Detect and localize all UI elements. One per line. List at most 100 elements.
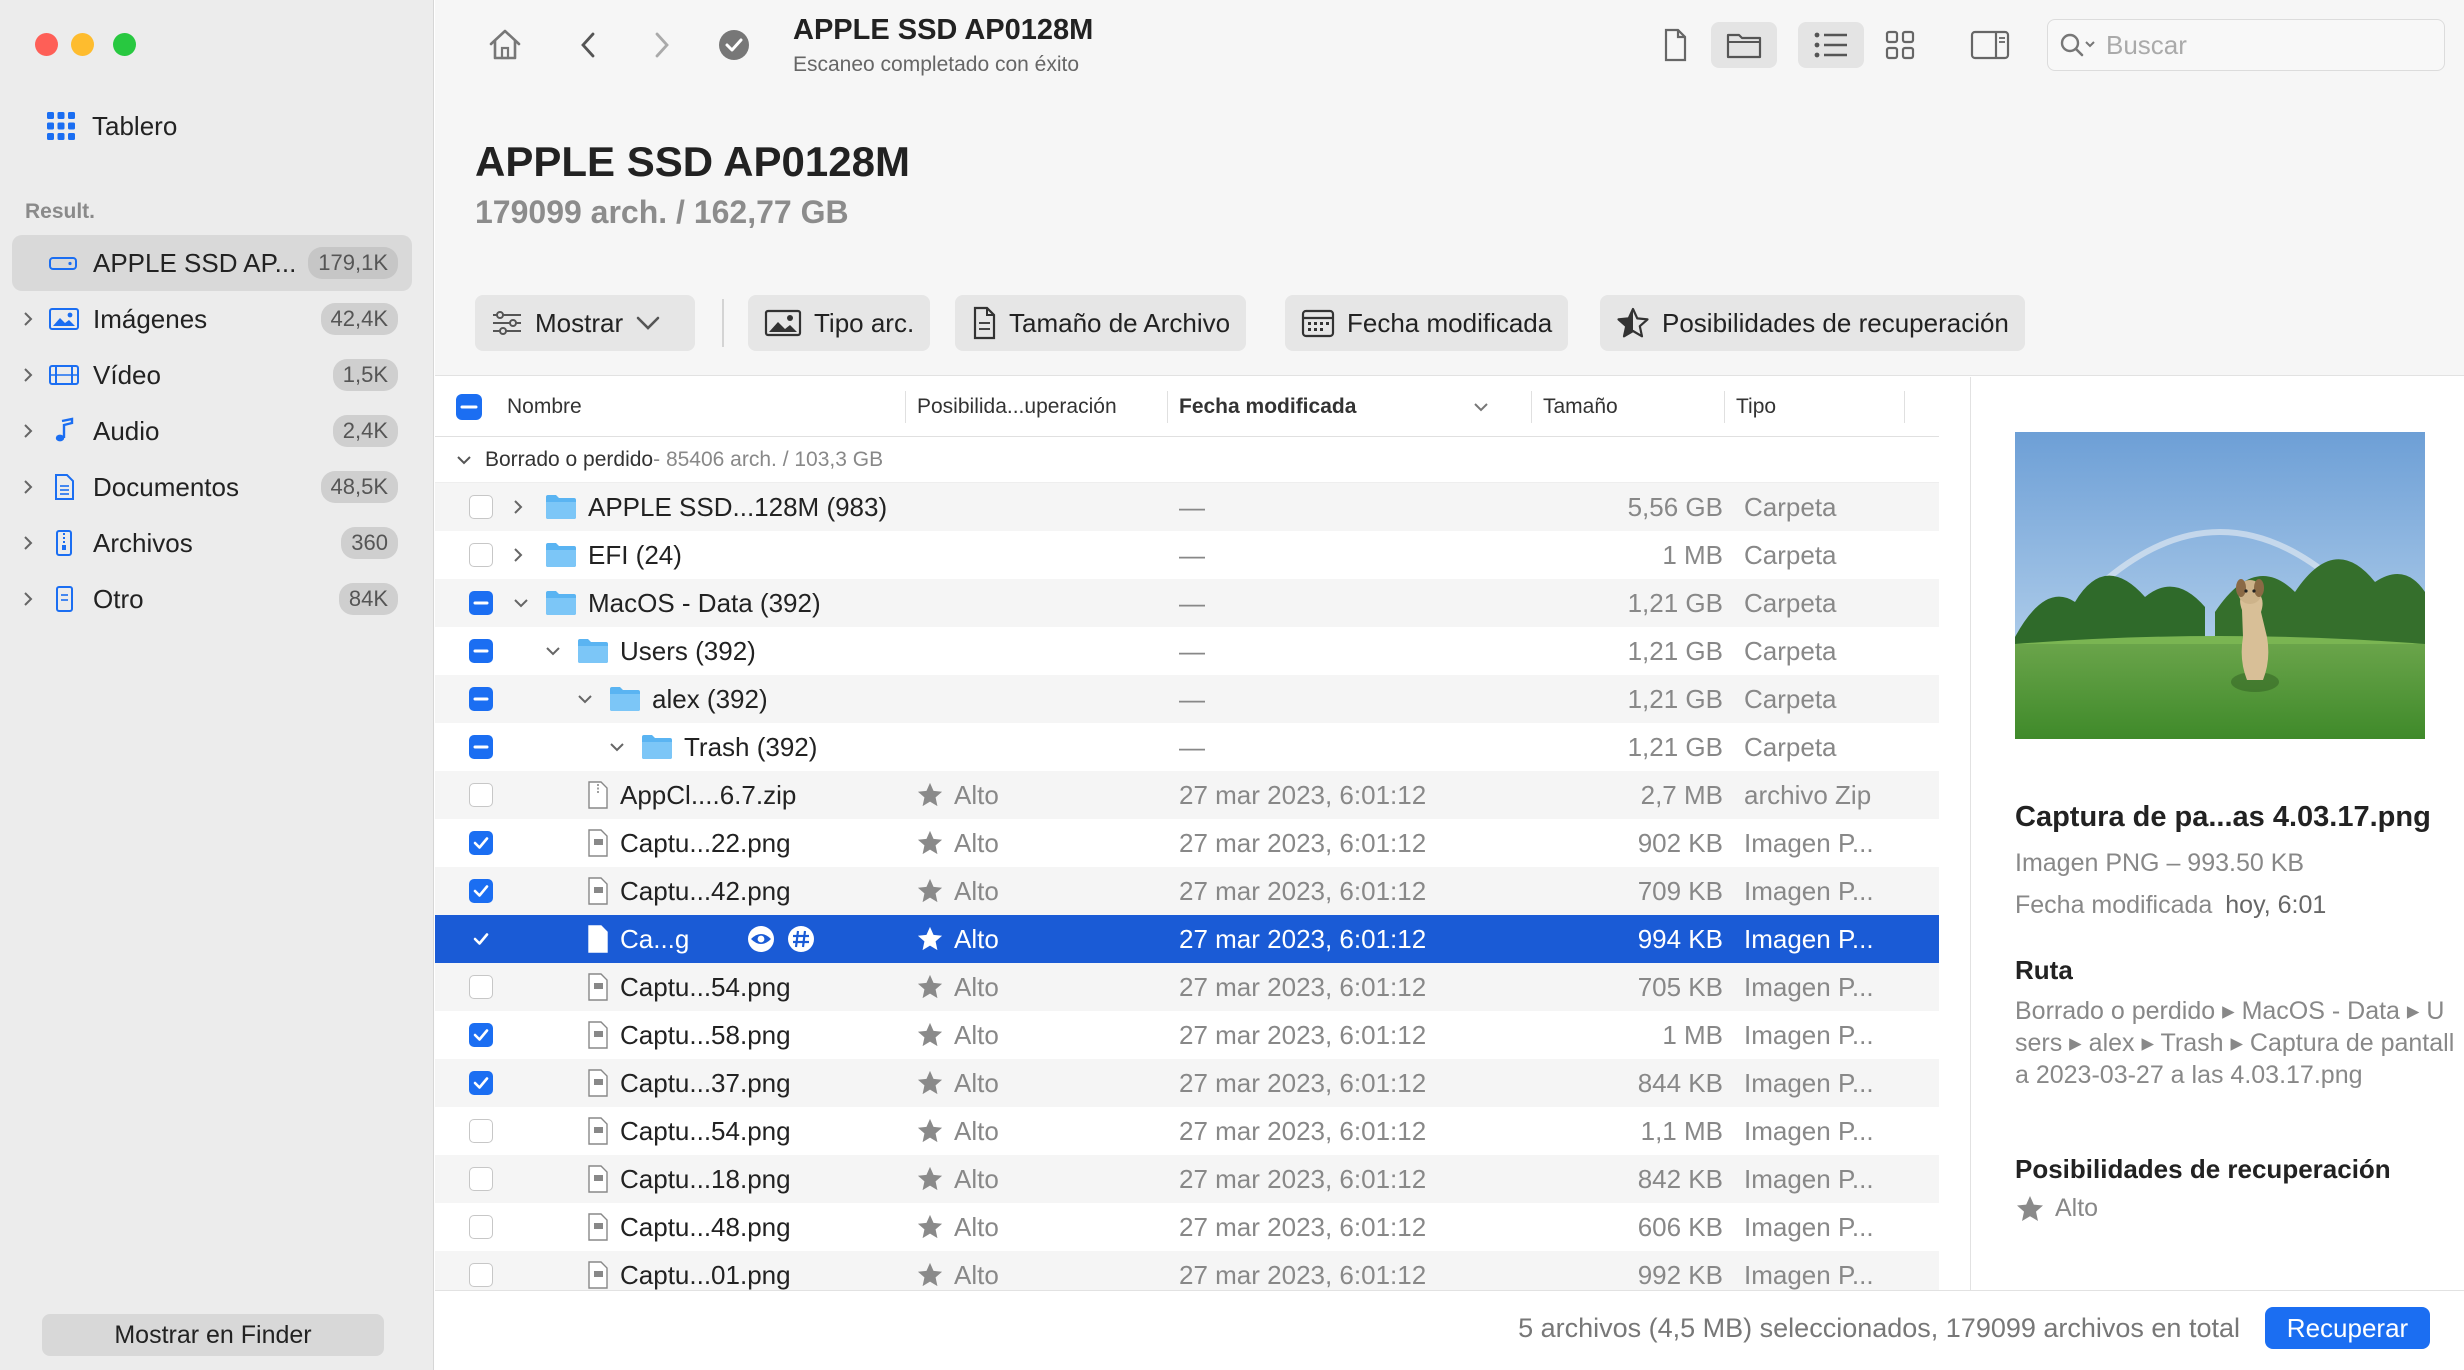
chevron-down-icon[interactable] <box>511 579 531 627</box>
sidebar-item-archives[interactable]: Archivos 360 <box>12 515 412 571</box>
chevron-down-icon <box>455 453 473 467</box>
sidebar-item-images[interactable]: Imágenes 42,4K <box>12 291 412 347</box>
chevron-right-icon[interactable] <box>22 422 36 440</box>
table-row[interactable]: Captu...22.png Alto 27 mar 2023, 6:01:12 90… <box>435 819 1939 867</box>
minimize-window-button[interactable] <box>71 33 94 56</box>
hash-icon[interactable] <box>786 915 816 963</box>
table-row[interactable]: Captu...48.png Alto 27 mar 2023, 6:01:12 60… <box>435 1203 1939 1251</box>
row-type: Imagen P... <box>1744 875 1874 906</box>
folder-icon <box>545 483 577 531</box>
toggle-preview-button[interactable] <box>1964 22 2016 68</box>
column-header-recovery[interactable]: Posibilida...uperación <box>905 377 1167 437</box>
recover-button[interactable]: Recuperar <box>2265 1307 2430 1349</box>
column-header-size[interactable]: Tamaño <box>1531 377 1721 437</box>
table-row[interactable]: Captu...54.png Alto 27 mar 2023, 6:01:12 1,… <box>435 1107 1939 1155</box>
row-checkbox[interactable] <box>469 543 493 567</box>
table-row[interactable]: MacOS - Data (392) — 1,21 GB Carpeta <box>435 579 1939 627</box>
chevron-down-icon[interactable] <box>607 723 627 771</box>
row-checkbox[interactable] <box>469 1215 493 1239</box>
zoom-window-button[interactable] <box>113 33 136 56</box>
chevron-right-icon[interactable] <box>511 483 525 531</box>
column-header-type[interactable]: Tipo <box>1724 377 1904 437</box>
filter-file-type[interactable]: Tipo arc. <box>748 295 931 351</box>
sidebar-item-video[interactable]: Vídeo 1,5K <box>12 347 412 403</box>
back-button[interactable] <box>569 22 609 68</box>
row-checkbox[interactable] <box>469 687 493 711</box>
table-row[interactable]: Captu...54.png Alto 27 mar 2023, 6:01:12 70… <box>435 963 1939 1011</box>
table-row[interactable]: Users (392) — 1,21 GB Carpeta <box>435 627 1939 675</box>
document-icon <box>971 306 997 340</box>
file-view-button[interactable] <box>1652 22 1698 68</box>
table-row[interactable]: Captu...58.png Alto 27 mar 2023, 6:01:12 1 … <box>435 1011 1939 1059</box>
chevron-right-icon[interactable] <box>511 531 525 579</box>
row-checkbox[interactable] <box>469 1263 493 1287</box>
list-view-button[interactable] <box>1798 22 1864 68</box>
preview-modified: Fecha modificada hoy, 6:01 <box>2015 891 2327 919</box>
preview-file-name: Captura de pa...as 4.03.17.png <box>2015 801 2431 833</box>
sidebar-item-dashboard[interactable]: Tablero <box>46 108 177 144</box>
row-type: Carpeta <box>1744 587 1837 618</box>
row-checkbox[interactable] <box>469 495 493 519</box>
row-checkbox[interactable] <box>469 1167 493 1191</box>
chevron-down-icon[interactable] <box>575 675 595 723</box>
row-checkbox[interactable] <box>469 879 493 903</box>
row-recovery-chance: Alto <box>916 915 999 963</box>
forward-button[interactable] <box>641 22 681 68</box>
table-row[interactable]: Captu...42.png Alto 27 mar 2023, 6:01:12 70… <box>435 867 1939 915</box>
chevron-down-icon[interactable] <box>543 627 563 675</box>
filter-recovery-chances[interactable]: Posibilidades de recuperación <box>1600 295 2025 351</box>
row-recovery-chance: Alto <box>916 1251 999 1290</box>
sidebar-item-drive[interactable]: APPLE SSD AP... 179,1K <box>12 235 412 291</box>
chevron-right-icon[interactable] <box>22 590 36 608</box>
folder-view-button[interactable] <box>1711 22 1777 68</box>
row-name: Captu...48.png <box>620 1211 791 1242</box>
table-row[interactable]: AppCl....6.7.zip Alto 27 mar 2023, 6:01:12… <box>435 771 1939 819</box>
chevron-right-icon[interactable] <box>22 310 36 328</box>
close-window-button[interactable] <box>35 33 58 56</box>
filter-date-modified[interactable]: Fecha modificada <box>1285 295 1569 351</box>
grid-view-button[interactable] <box>1874 22 1926 68</box>
row-checkbox[interactable] <box>469 735 493 759</box>
row-checkbox[interactable] <box>469 831 493 855</box>
select-all-checkbox[interactable] <box>455 377 495 437</box>
quick-look-eye-icon[interactable] <box>746 915 776 963</box>
group-summary: - 85406 arch. / 103,3 GB <box>653 447 884 471</box>
row-size: 902 KB <box>1637 827 1723 858</box>
table-row[interactable]: Captu...01.png Alto 27 mar 2023, 6:01:12 99… <box>435 1251 1939 1290</box>
table-row[interactable]: Captu...18.png Alto 27 mar 2023, 6:01:12 84… <box>435 1155 1939 1203</box>
table-row[interactable]: APPLE SSD...128M (983) — 5,56 GB Carpeta <box>435 483 1939 531</box>
sidebar-section-title: Result. <box>25 200 96 223</box>
search-field[interactable] <box>2047 19 2445 71</box>
row-type: Imagen P... <box>1744 923 1874 954</box>
table-row[interactable]: Trash (392) — 1,21 GB Carpeta <box>435 723 1939 771</box>
row-checkbox[interactable] <box>469 783 493 807</box>
search-input[interactable] <box>2106 29 2426 61</box>
row-checkbox[interactable] <box>469 1071 493 1095</box>
window-subtitle: Escaneo completado con éxito <box>793 53 1080 76</box>
row-checkbox[interactable] <box>469 975 493 999</box>
row-checkbox[interactable] <box>469 639 493 663</box>
row-type: Imagen P... <box>1744 827 1874 858</box>
home-button[interactable] <box>479 22 531 68</box>
sidebar-item-other[interactable]: Otro 84K <box>12 571 412 627</box>
chevron-right-icon[interactable] <box>22 534 36 552</box>
show-filter-dropdown[interactable]: Mostrar <box>475 295 695 351</box>
sidebar-item-audio[interactable]: Audio 2,4K <box>12 403 412 459</box>
row-checkbox[interactable] <box>469 1023 493 1047</box>
row-checkbox[interactable] <box>469 927 493 951</box>
table-row[interactable]: alex (392) — 1,21 GB Carpeta <box>435 675 1939 723</box>
column-header-name[interactable]: Nombre <box>495 377 795 437</box>
table-row[interactable]: Ca...g Alto 27 mar 2023, 6:01:12 994 KB Imag… <box>435 915 1939 963</box>
chevron-right-icon[interactable] <box>22 366 36 384</box>
column-header-date[interactable]: Fecha modificada <box>1167 377 1488 437</box>
filter-file-size[interactable]: Tamaño de Archivo <box>955 295 1247 351</box>
row-checkbox[interactable] <box>469 1119 493 1143</box>
sidebar-item-documents[interactable]: Documentos 48,5K <box>12 459 412 515</box>
row-date: — <box>1179 587 1205 618</box>
show-in-finder-button[interactable]: Mostrar en Finder <box>42 1314 384 1356</box>
table-row[interactable]: EFI (24) — 1 MB Carpeta <box>435 531 1939 579</box>
group-row-deleted[interactable]: Borrado o perdido - 85406 arch. / 103,3 … <box>435 437 1939 483</box>
row-checkbox[interactable] <box>469 591 493 615</box>
chevron-right-icon[interactable] <box>22 478 36 496</box>
table-row[interactable]: Captu...37.png Alto 27 mar 2023, 6:01:12 84… <box>435 1059 1939 1107</box>
